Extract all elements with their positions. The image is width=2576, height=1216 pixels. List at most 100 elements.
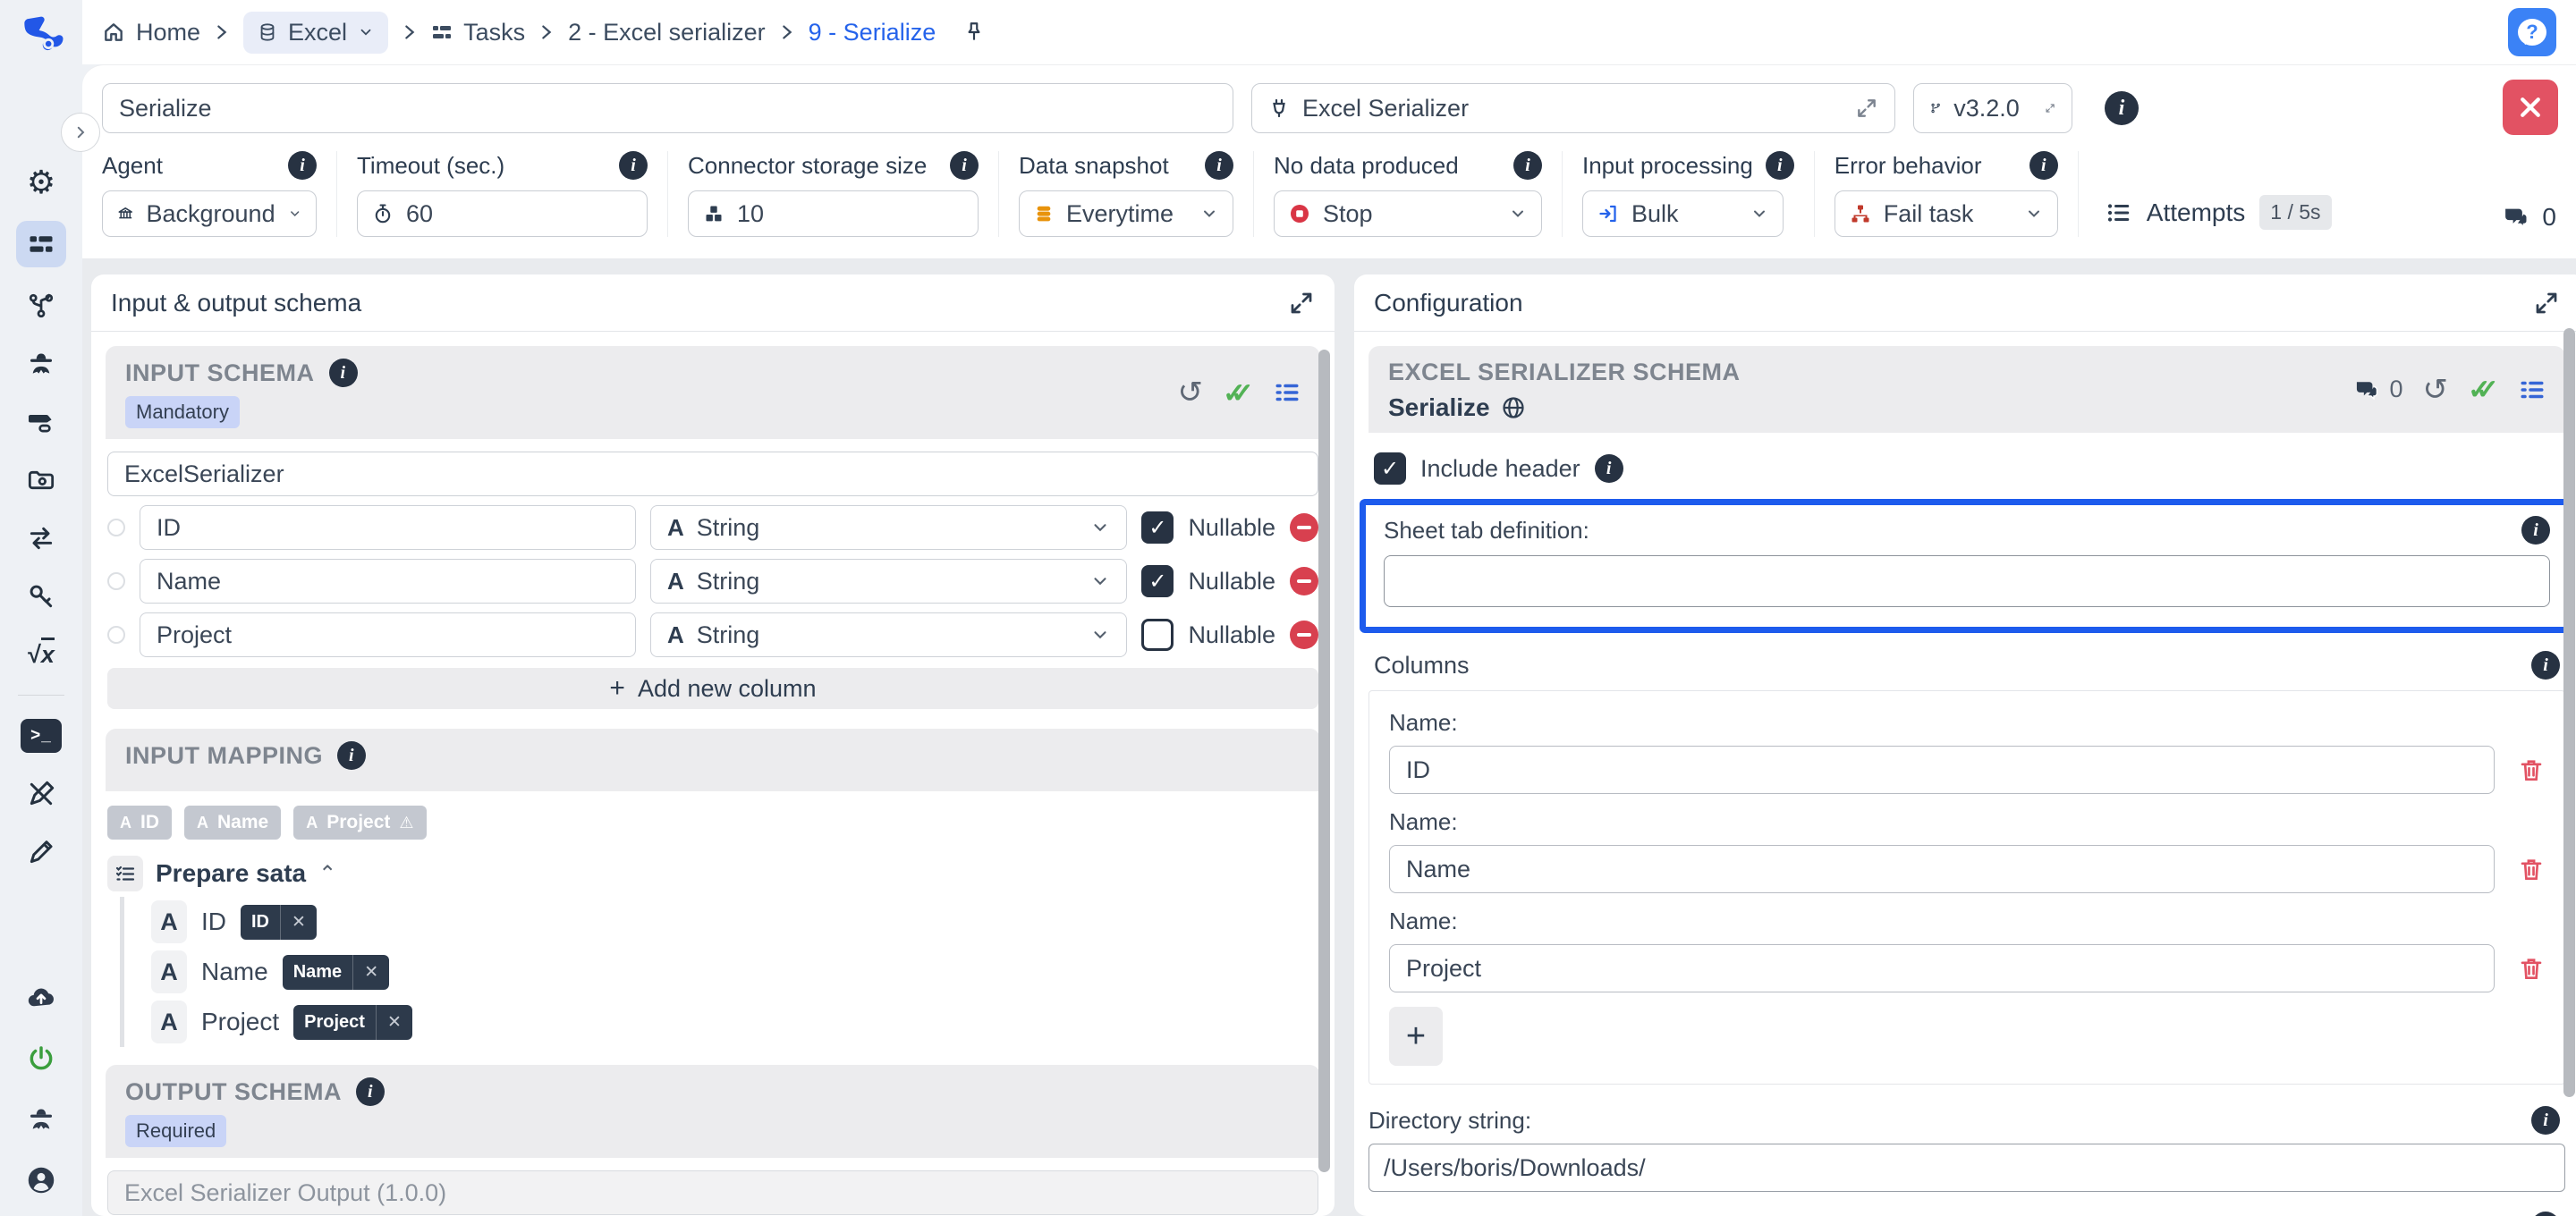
- timeout-input[interactable]: 60: [357, 190, 648, 237]
- expand-panel-icon[interactable]: [1288, 290, 1315, 317]
- breadcrumb-home[interactable]: Home: [102, 19, 200, 46]
- sidebar-collapse-button[interactable]: [61, 113, 100, 152]
- remove-mapping-icon[interactable]: ✕: [352, 955, 389, 990]
- sidebar-item-transfers[interactable]: [16, 519, 66, 558]
- sidebar-item-functions[interactable]: √x: [16, 635, 66, 674]
- info-icon[interactable]: i: [337, 741, 366, 770]
- add-column-button[interactable]: +: [1389, 1007, 1443, 1066]
- list-view-icon[interactable]: [1274, 379, 1301, 406]
- source-field-chip[interactable]: A Name: [184, 806, 281, 840]
- directory-string-input[interactable]: /Users/boris/Downloads/: [1368, 1144, 2565, 1192]
- sidebar-item-settings[interactable]: ⚙: [16, 163, 66, 202]
- version-select[interactable]: v3.2.0: [1913, 83, 2072, 133]
- column-name-input[interactable]: Name: [140, 559, 636, 604]
- column-value-input[interactable]: ID: [1389, 746, 2495, 794]
- info-icon[interactable]: i: [1595, 454, 1623, 483]
- info-icon[interactable]: i: [950, 151, 979, 180]
- expand-icon[interactable]: [2045, 97, 2055, 119]
- remove-mapping-icon[interactable]: ✕: [280, 905, 317, 940]
- column-name-input[interactable]: ID: [140, 505, 636, 550]
- column-type-select[interactable]: A String: [650, 612, 1127, 657]
- snapshot-select[interactable]: Everytime: [1019, 190, 1233, 237]
- error-behavior-select[interactable]: Fail task: [1835, 190, 2058, 237]
- list-view-icon[interactable]: [2519, 376, 2546, 403]
- storage-input[interactable]: 10: [688, 190, 979, 237]
- include-header-option[interactable]: ✓ Include header i: [1374, 452, 2560, 485]
- column-type-select[interactable]: A String: [650, 559, 1127, 604]
- undo-icon[interactable]: ↺: [1178, 377, 1204, 408]
- info-icon[interactable]: i: [356, 1077, 385, 1106]
- trash-icon[interactable]: [2518, 855, 2545, 883]
- info-icon[interactable]: i: [329, 359, 358, 387]
- row-drag-handle[interactable]: [107, 626, 125, 644]
- sidebar-item-terminal[interactable]: >_: [16, 716, 66, 756]
- sidebar-item-agents[interactable]: [16, 344, 66, 384]
- breadcrumb-tasks[interactable]: Tasks: [431, 19, 525, 46]
- info-icon[interactable]: i: [1766, 151, 1794, 180]
- mapped-value-chip[interactable]: Name ✕: [283, 955, 389, 990]
- sidebar-item-connections[interactable]: [16, 402, 66, 442]
- column-name-input[interactable]: Project: [140, 612, 636, 657]
- sheet-tab-definition-input[interactable]: [1384, 555, 2550, 607]
- help-button[interactable]: ?: [2508, 8, 2556, 56]
- trash-icon[interactable]: [2518, 756, 2545, 784]
- row-drag-handle[interactable]: [107, 572, 125, 590]
- info-icon[interactable]: i: [619, 151, 648, 180]
- include-header-checkbox[interactable]: ✓: [1374, 452, 1406, 485]
- expand-icon[interactable]: [1855, 97, 1878, 120]
- section-comments-button[interactable]: 0: [2352, 376, 2403, 403]
- info-icon[interactable]: i: [2531, 651, 2560, 680]
- info-icon[interactable]: i: [1205, 151, 1233, 180]
- remove-column-button[interactable]: [1290, 567, 1318, 595]
- sidebar-item-incognito[interactable]: [16, 1100, 66, 1139]
- validate-icon[interactable]: ✓✓: [2468, 376, 2499, 403]
- breadcrumb-connector[interactable]: Excel: [243, 12, 388, 54]
- right-panel-scrollbar[interactable]: [2563, 328, 2575, 1097]
- collapse-caret-icon[interactable]: ⌃: [318, 861, 336, 887]
- sidebar-item-projects[interactable]: [16, 460, 66, 500]
- column-type-select[interactable]: A String: [650, 505, 1127, 550]
- info-icon[interactable]: i: [288, 151, 317, 180]
- mapped-value-chip[interactable]: ID ✕: [241, 905, 317, 940]
- breadcrumb-step-label[interactable]: 9 - Serialize: [809, 19, 936, 46]
- sidebar-item-profile[interactable]: [16, 1161, 66, 1200]
- column-value-input[interactable]: Project: [1389, 944, 2495, 992]
- sidebar-item-credentials[interactable]: [16, 577, 66, 616]
- breadcrumb-task-label[interactable]: 2 - Excel serializer: [568, 19, 766, 46]
- agent-select[interactable]: Background: [102, 190, 317, 237]
- nodata-select[interactable]: Stop: [1274, 190, 1542, 237]
- column-value-input[interactable]: Name: [1389, 845, 2495, 893]
- info-icon[interactable]: i: [1513, 151, 1542, 180]
- remove-column-button[interactable]: [1290, 621, 1318, 649]
- attempts-button[interactable]: Attempts 1 / 5s: [2079, 188, 2341, 237]
- sidebar-item-tasks[interactable]: [16, 221, 66, 267]
- connector-select[interactable]: Excel Serializer: [1251, 83, 1895, 133]
- input-schema-name-input[interactable]: ExcelSerializer: [107, 452, 1318, 496]
- trash-icon[interactable]: [2518, 954, 2545, 983]
- sidebar-item-design-tools[interactable]: [16, 774, 66, 814]
- task-name-input[interactable]: Serialize: [102, 83, 1233, 133]
- remove-column-button[interactable]: [1290, 513, 1318, 542]
- nullable-checkbox[interactable]: ✓: [1141, 565, 1174, 597]
- mapped-value-chip[interactable]: Project ✕: [293, 1005, 412, 1040]
- source-field-chip[interactable]: A ID: [107, 806, 172, 840]
- info-icon[interactable]: i: [2531, 1106, 2560, 1135]
- sidebar-item-branches[interactable]: [16, 286, 66, 325]
- sidebar-item-power[interactable]: [16, 1039, 66, 1078]
- input-processing-select[interactable]: Bulk: [1582, 190, 1784, 237]
- info-icon[interactable]: i: [2105, 91, 2139, 125]
- remove-mapping-icon[interactable]: ✕: [376, 1005, 412, 1040]
- pin-icon[interactable]: [962, 20, 986, 45]
- nullable-checkbox[interactable]: ✓: [1141, 511, 1174, 544]
- expand-panel-icon[interactable]: [2533, 290, 2560, 317]
- info-icon[interactable]: i: [2521, 516, 2550, 545]
- mapping-group[interactable]: Prepare sata ⌃: [107, 854, 1320, 893]
- row-drag-handle[interactable]: [107, 519, 125, 536]
- left-panel-scrollbar[interactable]: [1318, 350, 1330, 1172]
- validate-icon[interactable]: ✓✓: [1223, 379, 1254, 407]
- sidebar-item-edit[interactable]: [16, 832, 66, 872]
- undo-icon[interactable]: ↺: [2423, 375, 2449, 405]
- task-comments-button[interactable]: 0: [2501, 203, 2556, 237]
- close-task-button[interactable]: [2503, 80, 2558, 135]
- sidebar-item-deploy[interactable]: [16, 978, 66, 1018]
